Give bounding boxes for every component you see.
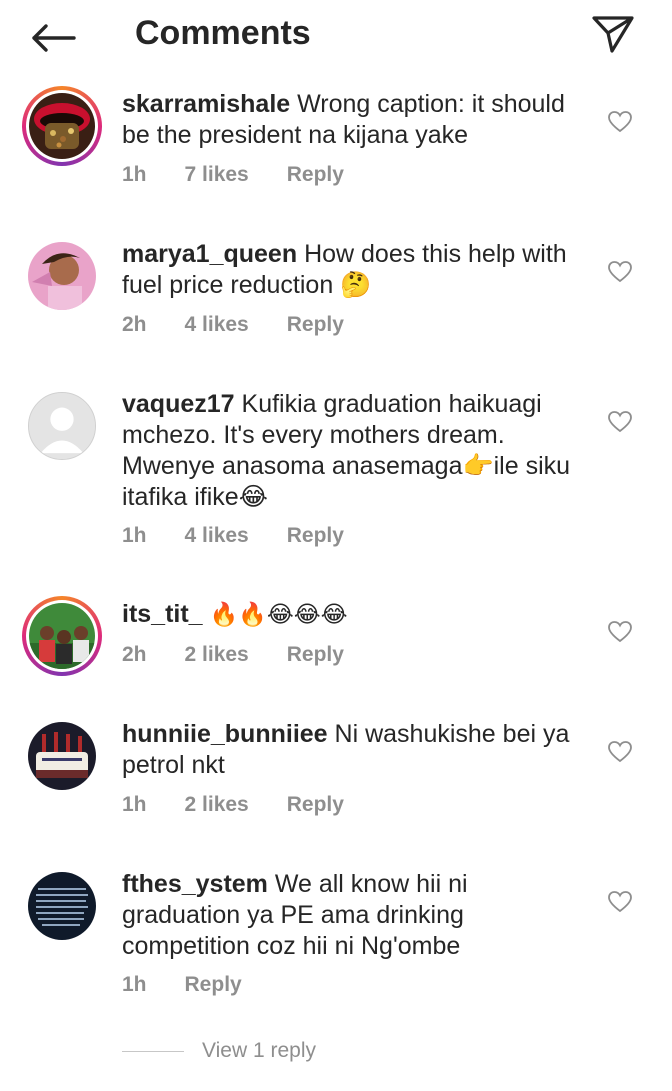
reply-button[interactable]: Reply bbox=[287, 643, 344, 667]
comment-username[interactable]: hunniie_bunniiee bbox=[122, 720, 328, 748]
reply-button[interactable]: Reply bbox=[287, 524, 344, 548]
comment-body: fthes_ystem We all know hii ni graduatio… bbox=[122, 869, 592, 962]
like-button[interactable] bbox=[606, 258, 634, 286]
header-bar: Comments bbox=[0, 0, 672, 70]
heart-icon bbox=[608, 741, 632, 763]
woman-avatar-icon bbox=[28, 242, 96, 310]
heart-icon bbox=[608, 891, 632, 913]
lips-avatar-icon bbox=[29, 93, 95, 159]
reply-divider bbox=[122, 1050, 184, 1052]
comment-likes[interactable]: 2 likes bbox=[185, 793, 249, 817]
comment-meta: 1h Reply bbox=[122, 970, 280, 1000]
like-button[interactable] bbox=[606, 738, 634, 766]
avatar[interactable] bbox=[22, 236, 102, 316]
like-button[interactable] bbox=[606, 408, 634, 436]
default-avatar-icon bbox=[29, 393, 95, 459]
like-button[interactable] bbox=[606, 888, 634, 916]
comment-time: 2h bbox=[122, 313, 147, 336]
back-button[interactable] bbox=[28, 18, 78, 58]
reply-button[interactable]: Reply bbox=[287, 163, 344, 187]
comment-body: vaquez17 Kufikia graduation haikuagi mch… bbox=[122, 389, 592, 513]
comment-likes[interactable]: 2 likes bbox=[185, 643, 249, 667]
page-title: Comments bbox=[135, 14, 311, 52]
comment-username[interactable]: skarramishale bbox=[122, 90, 290, 118]
comment-time: 1h bbox=[122, 793, 147, 816]
avatar[interactable] bbox=[22, 86, 102, 166]
cake-avatar-icon bbox=[28, 722, 96, 790]
comment-likes[interactable]: 4 likes bbox=[185, 313, 249, 337]
comment-likes[interactable]: 7 likes bbox=[185, 163, 249, 187]
group-avatar-icon bbox=[29, 603, 95, 669]
comment-meta: 2h 4 likes Reply bbox=[122, 310, 382, 340]
avatar[interactable] bbox=[22, 716, 102, 796]
heart-icon bbox=[608, 261, 632, 283]
heart-icon bbox=[608, 411, 632, 433]
comment-time: 1h bbox=[122, 973, 147, 996]
comment-time: 1h bbox=[122, 163, 147, 186]
comment-meta: 1h 7 likes Reply bbox=[122, 160, 382, 190]
comment-body: its_tit_ 🔥🔥😂😂😂 bbox=[122, 599, 592, 630]
text-avatar-icon bbox=[28, 872, 96, 940]
comment-body: marya1_queen How does this help with fue… bbox=[122, 239, 592, 301]
comment-likes[interactable]: 4 likes bbox=[185, 524, 249, 548]
heart-icon bbox=[608, 111, 632, 133]
comment-time: 2h bbox=[122, 643, 147, 666]
avatar[interactable] bbox=[22, 386, 102, 466]
comment-meta: 2h 2 likes Reply bbox=[122, 640, 382, 670]
comment-body: skarramishale Wrong caption: it should b… bbox=[122, 89, 592, 151]
comment-username[interactable]: fthes_ystem bbox=[122, 870, 268, 898]
comment-username[interactable]: its_tit_ bbox=[122, 600, 203, 628]
view-replies-button[interactable]: View 1 reply bbox=[122, 1036, 316, 1066]
comment-body: hunniie_bunniiee Ni washukishe bei ya pe… bbox=[122, 719, 592, 781]
reply-button[interactable]: Reply bbox=[287, 313, 344, 337]
comment-username[interactable]: vaquez17 bbox=[122, 390, 235, 418]
reply-button[interactable]: Reply bbox=[185, 973, 242, 997]
send-icon bbox=[592, 16, 634, 53]
comment-meta: 1h 4 likes Reply bbox=[122, 521, 382, 551]
reply-button[interactable]: Reply bbox=[287, 793, 344, 817]
comment-username[interactable]: marya1_queen bbox=[122, 240, 297, 268]
comment-text: 🔥🔥😂😂😂 bbox=[209, 601, 348, 627]
back-arrow-icon bbox=[32, 24, 76, 52]
avatar[interactable] bbox=[22, 596, 102, 676]
heart-icon bbox=[608, 621, 632, 643]
like-button[interactable] bbox=[606, 108, 634, 136]
comment-meta: 1h 2 likes Reply bbox=[122, 790, 382, 820]
view-replies-label: View 1 reply bbox=[202, 1039, 317, 1062]
avatar[interactable] bbox=[22, 866, 102, 946]
comment-time: 1h bbox=[122, 524, 147, 547]
share-button[interactable] bbox=[588, 10, 638, 58]
like-button[interactable] bbox=[606, 618, 634, 646]
